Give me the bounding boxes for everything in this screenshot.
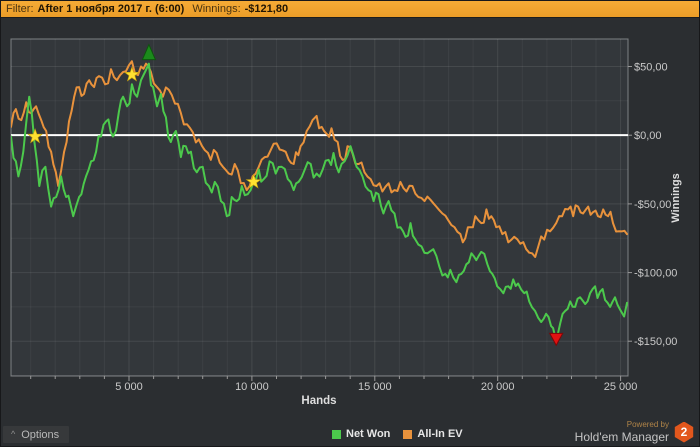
x-tick-label: 20 000 <box>481 381 515 393</box>
y-tick-label: -$50,00 <box>634 199 671 211</box>
options-button[interactable]: ^ Options <box>3 426 70 443</box>
powered-by-label: Powered by <box>626 420 669 429</box>
hm2-badge-icon: 2 <box>674 421 694 443</box>
x-axis-title: Hands <box>301 395 336 407</box>
y-tick-label: $50,00 <box>634 61 668 73</box>
legend-item-net-won[interactable]: Net Won <box>332 428 390 440</box>
options-button-label: Options <box>21 428 60 441</box>
x-tick-label: 10 000 <box>235 381 269 393</box>
all-in-ev-swatch-icon <box>403 429 413 439</box>
net-won-swatch-icon <box>332 429 341 439</box>
winnings-chart: $50,00 $0,00 -$50,00 -$100,00 -$150,00 5 000 1… <box>10 38 682 407</box>
legend-label-all-in-ev: All-In EV <box>417 428 463 440</box>
plot-area[interactable] <box>10 38 629 377</box>
y-tick-label: -$150,00 <box>634 336 677 348</box>
x-tick-label: 5 000 <box>115 381 143 393</box>
x-tick-label: 25 000 <box>604 381 638 393</box>
chevron-up-icon: ^ <box>11 428 16 439</box>
y-tick-label: $0,00 <box>634 130 662 142</box>
x-tick-label: 15 000 <box>358 381 392 393</box>
y-tick-label: -$100,00 <box>634 268 677 280</box>
legend-item-all-in-ev[interactable]: All-In EV <box>403 428 463 440</box>
chart-legend: Net Won All-In EV <box>332 428 463 440</box>
holdem-manager-graph-window: Filter: After 1 ноября 2017 г. (6:00) Wi… <box>0 0 700 447</box>
y-axis-title: Winnings <box>670 173 682 222</box>
powered-by: Powered by Hold'em Manager 2 <box>575 421 694 443</box>
legend-label-net-won: Net Won <box>346 428 391 440</box>
holdem-manager-label: Hold'em Manager <box>574 430 669 444</box>
